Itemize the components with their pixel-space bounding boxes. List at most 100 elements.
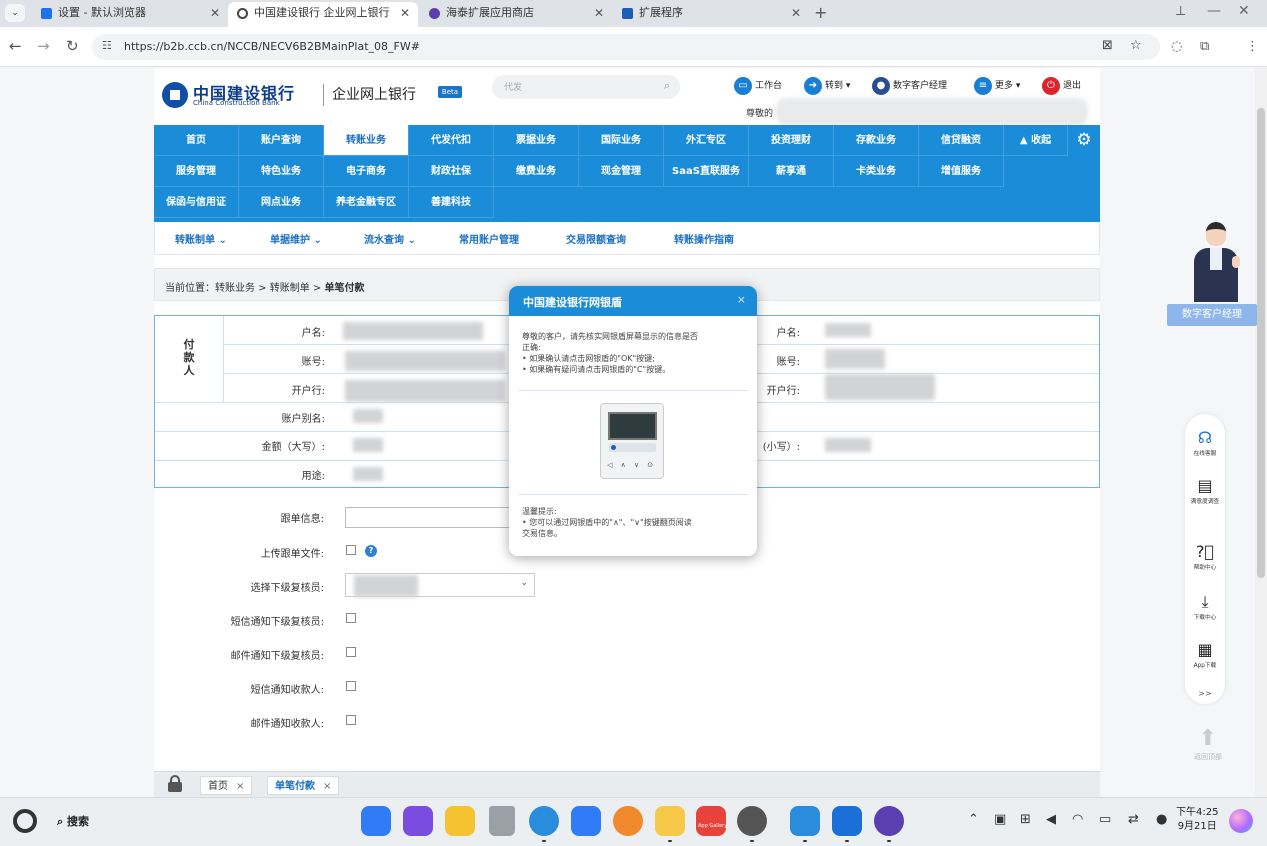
- nav-ecommerce[interactable]: 电子商务: [324, 156, 409, 187]
- side-more-button[interactable]: >>: [1185, 689, 1225, 698]
- close-window-button[interactable]: ✕: [1238, 3, 1250, 19]
- nav-account-query[interactable]: 账户查询: [239, 125, 324, 156]
- gear-icon[interactable]: ⚙: [1068, 125, 1100, 156]
- back-to-top-button[interactable]: ⬆ 返回顶部: [1188, 726, 1228, 762]
- volume-icon[interactable]: ◀: [1046, 812, 1056, 827]
- nav-social-security[interactable]: 财政社保: [409, 156, 494, 187]
- bell-icon[interactable]: ●: [1156, 812, 1167, 827]
- app-download-button[interactable]: ▦ App下载: [1185, 640, 1225, 669]
- tab-search-icon[interactable]: ⌄: [5, 4, 25, 22]
- page-tab-home[interactable]: 首页 ×: [200, 776, 253, 795]
- nav-branch[interactable]: 网点业务: [239, 187, 324, 218]
- trash-icon[interactable]: [489, 806, 515, 836]
- app-launcher-icon[interactable]: [361, 806, 391, 836]
- nav-deposit[interactable]: 存款业务: [834, 125, 919, 156]
- nav-service[interactable]: 服务管理: [154, 156, 239, 187]
- nav-collapse[interactable]: ▲ 收起: [1004, 125, 1068, 156]
- back-button[interactable]: ←: [9, 37, 22, 55]
- workbench-link[interactable]: ▭ 工作台: [734, 76, 782, 96]
- nav-payments[interactable]: 缴费业务: [494, 156, 579, 187]
- clipboard-tray-icon[interactable]: ▣: [994, 812, 1006, 827]
- close-icon[interactable]: ✕: [210, 2, 220, 24]
- subnav-transfer-order[interactable]: 转账制单 ⌄: [175, 231, 227, 246]
- close-icon[interactable]: ×: [323, 781, 331, 792]
- nav-shanjian[interactable]: 善建科技: [409, 187, 494, 218]
- subnav-document-maintenance[interactable]: 单据维护 ⌄: [270, 231, 322, 246]
- search-icon[interactable]: ⌕: [664, 79, 670, 93]
- subnav-common-accounts[interactable]: 常用账户管理: [459, 231, 519, 246]
- tab-settings[interactable]: 设置 - 默认浏览器 ✕: [32, 2, 228, 27]
- nav-payroll[interactable]: 代发代扣: [409, 125, 494, 156]
- nav-cards[interactable]: 卡类业务: [834, 156, 919, 187]
- online-service-button[interactable]: ☊ 在线客服: [1185, 428, 1225, 457]
- nav-special[interactable]: 特色业务: [239, 156, 324, 187]
- clock[interactable]: 下午4:25 9月21日: [1176, 806, 1218, 834]
- page-scrollbar[interactable]: [1255, 68, 1267, 797]
- survey-button[interactable]: ▤ 满意度调查: [1185, 476, 1225, 505]
- screenshot-icon[interactable]: [790, 806, 820, 842]
- start-button[interactable]: [13, 809, 37, 833]
- input-method-icon[interactable]: ⊞: [1020, 812, 1031, 827]
- ccb-icon[interactable]: [832, 806, 862, 842]
- scrollbar-thumb[interactable]: [1257, 108, 1265, 578]
- mail-icon[interactable]: [571, 806, 601, 836]
- lock-icon[interactable]: [168, 775, 182, 792]
- bookmark-star-icon[interactable]: ☆: [1130, 38, 1142, 53]
- digital-manager-link[interactable]: ● 数字客户经理: [872, 76, 947, 96]
- minimize-button[interactable]: —: [1207, 3, 1221, 19]
- close-icon[interactable]: ×: [737, 293, 746, 306]
- nav-forex[interactable]: 外汇专区: [664, 125, 749, 156]
- sms-reviewer-checkbox[interactable]: [346, 613, 356, 623]
- files-icon[interactable]: [445, 806, 475, 836]
- email-payee-checkbox[interactable]: [346, 715, 356, 725]
- no-image-icon[interactable]: ⊠: [1102, 38, 1113, 53]
- subnav-limit-query[interactable]: 交易限额查询: [566, 231, 626, 246]
- nav-international[interactable]: 国际业务: [579, 125, 664, 156]
- app-store-icon[interactable]: App Gallery: [696, 806, 727, 836]
- nav-cash-management[interactable]: 现金管理: [579, 156, 664, 187]
- nav-pension[interactable]: 养老金融专区: [324, 187, 409, 218]
- close-icon[interactable]: ✕: [400, 2, 410, 24]
- help-icon[interactable]: ?: [365, 545, 377, 557]
- email-reviewer-checkbox[interactable]: [346, 647, 356, 657]
- reload-button[interactable]: ↻: [66, 37, 79, 55]
- goto-link[interactable]: ➜ 转到 ▾: [804, 76, 850, 96]
- logout-link[interactable]: ⏻ 退出: [1042, 76, 1081, 96]
- pin-icon[interactable]: ⟂: [1176, 3, 1185, 19]
- browser-icon[interactable]: [529, 806, 559, 842]
- nav-investment[interactable]: 投资理财: [749, 125, 834, 156]
- multitask-icon[interactable]: [403, 806, 433, 836]
- control-center-icon[interactable]: ⇄: [1128, 812, 1139, 827]
- assistant-icon[interactable]: [1229, 809, 1253, 833]
- photos-icon[interactable]: [613, 806, 643, 836]
- page-tab-single-payment[interactable]: 单笔付款 ×: [267, 776, 340, 795]
- taskbar-search[interactable]: ⌕ 搜索: [57, 813, 89, 829]
- breadcrumb-path[interactable]: 转账业务 > 转账制单 >: [215, 283, 324, 294]
- digital-manager-avatar[interactable]: [1187, 222, 1245, 302]
- subnav-flow-query[interactable]: 流水查询 ⌄: [364, 231, 416, 246]
- menu-icon[interactable]: ⋮: [1246, 39, 1259, 54]
- close-icon[interactable]: ×: [236, 781, 244, 792]
- download-center-button[interactable]: ⤓ 下载中心: [1185, 592, 1225, 621]
- nav-home[interactable]: 首页: [154, 125, 239, 156]
- digital-manager-button[interactable]: 数字客户经理: [1167, 304, 1257, 326]
- forward-button[interactable]: →: [37, 37, 50, 55]
- omnibox[interactable]: ☷ https://b2b.ccb.cn/NCCB/NECV6B2BMainPl…: [92, 34, 1160, 60]
- upload-file-checkbox[interactable]: [346, 545, 356, 555]
- notes-icon[interactable]: [655, 806, 685, 842]
- tab-ccb[interactable]: 中国建设银行 企业网上银行 ✕: [228, 2, 418, 27]
- nav-guarantee[interactable]: 保函与信用证: [154, 187, 239, 218]
- nav-bills[interactable]: 票据业务: [494, 125, 579, 156]
- new-tab-button[interactable]: +: [814, 3, 827, 22]
- nav-transfer[interactable]: 转账业务: [324, 125, 409, 156]
- extensions-icon[interactable]: ⧉: [1200, 39, 1209, 54]
- more-link[interactable]: ≡ 更多 ▾: [974, 76, 1020, 96]
- subnav-guide[interactable]: 转账操作指南: [674, 231, 734, 246]
- site-settings-icon[interactable]: ☷: [102, 39, 112, 52]
- chat-icon[interactable]: ◌: [1171, 39, 1182, 54]
- nav-xinxiangtong[interactable]: 薪享通: [749, 156, 834, 187]
- nav-value-added[interactable]: 增值服务: [919, 156, 1004, 187]
- close-icon[interactable]: ✕: [594, 2, 604, 24]
- chevron-up-icon[interactable]: ⌃: [968, 812, 979, 827]
- sms-payee-checkbox[interactable]: [346, 681, 356, 691]
